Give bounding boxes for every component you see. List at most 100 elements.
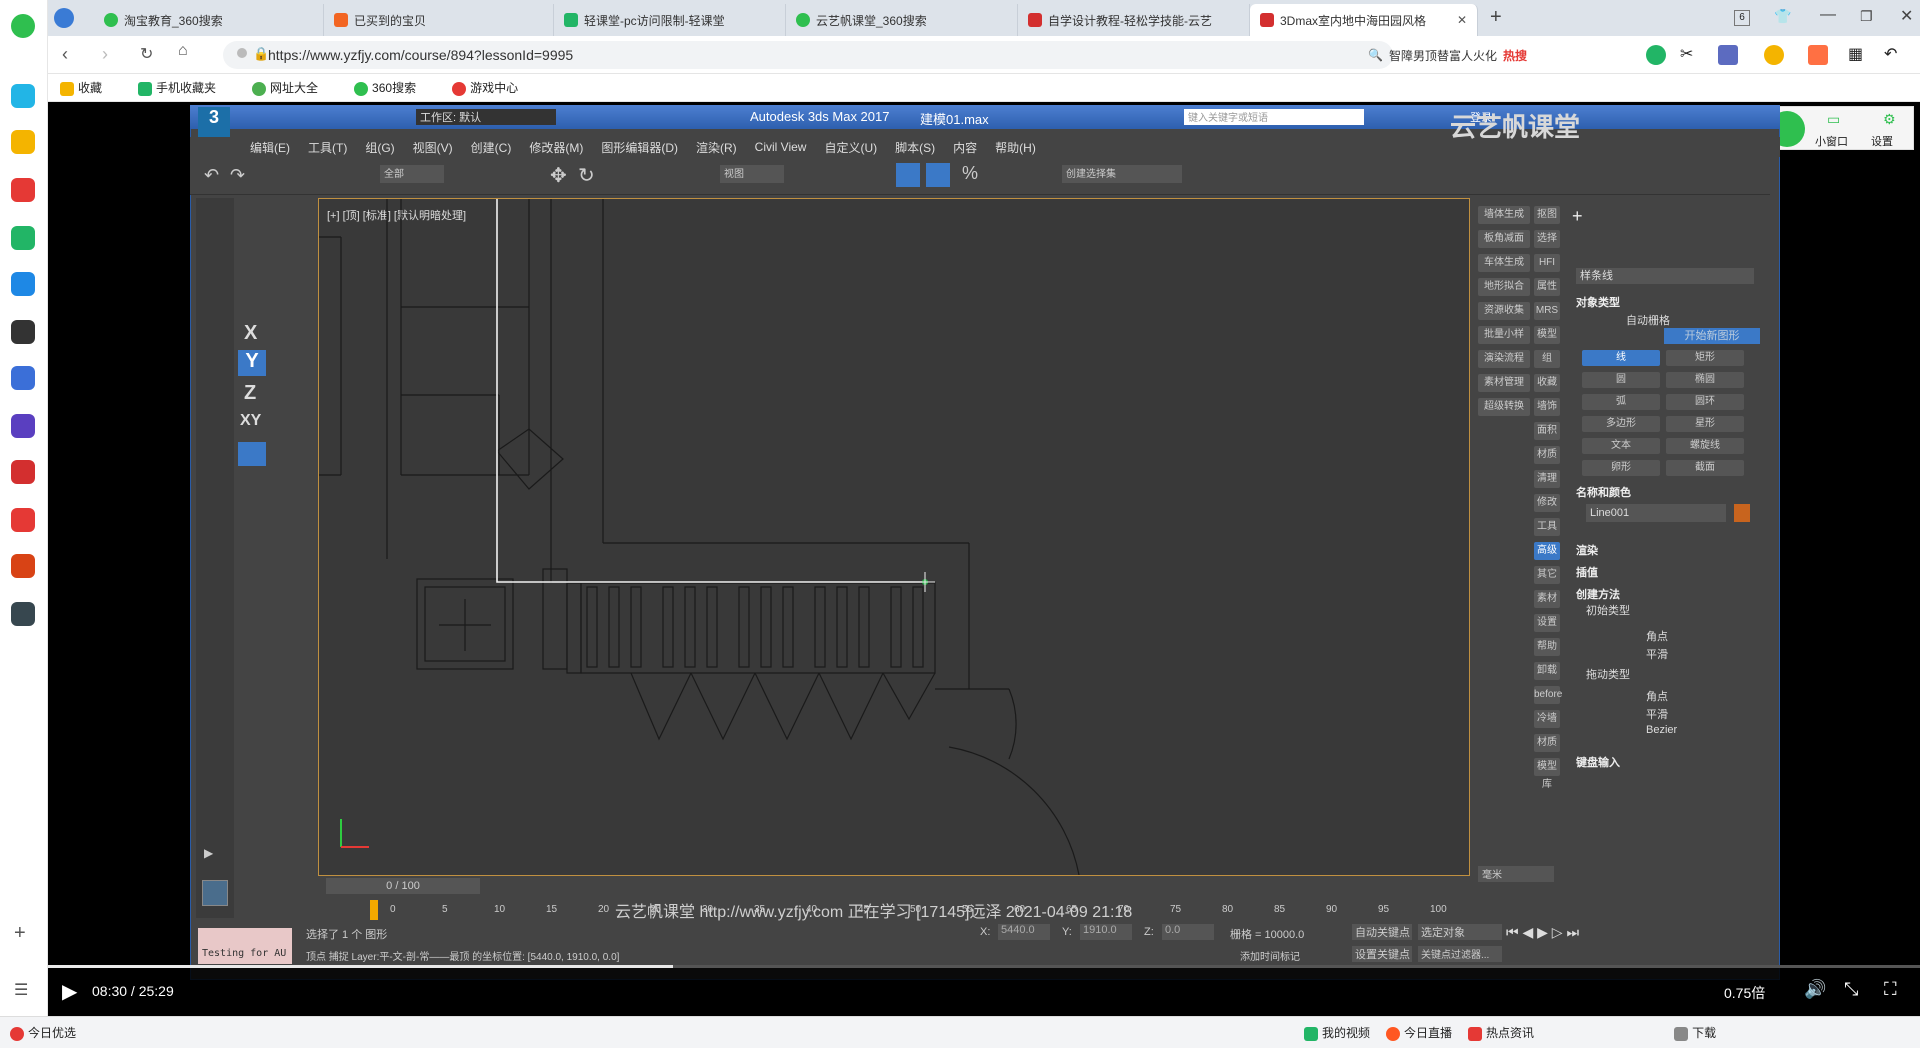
settings-button[interactable]: 设置 xyxy=(1871,133,1893,149)
compass-icon[interactable] xyxy=(54,8,74,28)
line-button[interactable]: 线 xyxy=(1582,350,1660,366)
shield-ext-icon[interactable] xyxy=(1764,45,1784,65)
ngon-button[interactable]: 多边形 xyxy=(1582,416,1660,432)
news-icon[interactable] xyxy=(11,320,35,344)
plugin-short-button[interactable]: 面积 xyxy=(1534,422,1560,440)
app-p-icon[interactable] xyxy=(11,272,35,296)
plugin-short-button[interactable]: 材质 xyxy=(1534,446,1560,464)
rotate-icon[interactable]: ↻ xyxy=(578,163,595,188)
restore-icon[interactable]: ❐ xyxy=(1860,8,1873,25)
shop-icon[interactable] xyxy=(11,508,35,532)
tab-2[interactable]: 已买到的宝贝 xyxy=(324,4,554,36)
helix-button[interactable]: 螺旋线 xyxy=(1666,438,1744,454)
y-axis-button[interactable]: Y xyxy=(238,350,266,376)
ext-green-icon[interactable] xyxy=(1646,45,1666,65)
selection-filter-dropdown[interactable]: 全部 xyxy=(380,165,444,183)
game3-icon[interactable] xyxy=(11,602,35,626)
playback-speed[interactable]: 0.75倍 xyxy=(1724,983,1765,1003)
add-time-tag[interactable]: 添加时间标记 xyxy=(1240,948,1300,963)
url-input[interactable]: 🔒 https://www.yzfjy.com/course/894?lesso… xyxy=(223,41,1393,69)
today-picks[interactable]: 今日优选 xyxy=(10,1024,76,1041)
plugin-short-button[interactable]: before xyxy=(1534,686,1562,704)
menu-views[interactable]: 视图(V) xyxy=(413,139,453,156)
mail-icon[interactable] xyxy=(11,226,35,250)
menu-customize[interactable]: 自定义(U) xyxy=(824,139,877,156)
star-button[interactable]: 星形 xyxy=(1666,416,1744,432)
mini-window-button[interactable]: 小窗口 xyxy=(1815,133,1848,149)
xy-plane-button[interactable]: XY xyxy=(240,412,261,430)
text-button[interactable]: 文本 xyxy=(1582,438,1660,454)
game2-icon[interactable] xyxy=(11,554,35,578)
undo-icon[interactable]: ↶ xyxy=(1884,44,1897,64)
shape-type-dropdown[interactable]: 样条线 xyxy=(1576,268,1754,284)
auto-key-button[interactable]: 自动关键点 xyxy=(1352,924,1412,940)
auto-grid-checkbox[interactable]: 自动栅格 xyxy=(1626,312,1670,328)
plugin-button[interactable]: 资源收集 xyxy=(1478,302,1530,320)
ellipse-button[interactable]: 椭圆 xyxy=(1666,372,1744,388)
plugin-short-button[interactable]: HFI xyxy=(1534,254,1560,272)
bookmark-360[interactable]: 360搜索 xyxy=(354,79,434,96)
expand-icon[interactable]: ▶ xyxy=(204,846,213,860)
shirt-icon[interactable]: 👕 xyxy=(1774,8,1791,25)
max-search-input[interactable]: 键入关键字或短语 xyxy=(1184,109,1364,125)
x-coord-input[interactable]: 5440.0 xyxy=(998,924,1050,940)
tab-5[interactable]: 自学设计教程-轻松学技能-云艺 xyxy=(1018,4,1250,36)
bookmark-favorites[interactable]: 收藏 xyxy=(60,79,120,96)
security-icon[interactable] xyxy=(237,48,247,58)
add-icon[interactable]: + xyxy=(14,922,26,945)
redo-icon[interactable]: ↷ xyxy=(230,165,245,186)
grid-icon[interactable]: ▦ xyxy=(1848,44,1863,64)
minimize-icon[interactable]: — xyxy=(1820,6,1836,24)
menu-modifiers[interactable]: 修改器(M) xyxy=(529,139,583,156)
menu-tools[interactable]: 工具(T) xyxy=(308,139,347,156)
plugin-short-button[interactable]: 收藏 xyxy=(1534,374,1560,392)
section-button[interactable]: 截面 xyxy=(1666,460,1744,476)
plugin-short-button[interactable]: 组 xyxy=(1534,350,1560,368)
close-tab-icon[interactable]: ✕ xyxy=(1457,13,1467,27)
bookmark-mobile[interactable]: 手机收藏夹 xyxy=(138,79,234,96)
section-name-color[interactable]: 名称和颜色 xyxy=(1576,484,1631,500)
menu-help[interactable]: 帮助(H) xyxy=(995,139,1036,156)
favorites-star-icon[interactable] xyxy=(11,130,35,154)
section-interpolation[interactable]: 插值 xyxy=(1576,564,1598,580)
undo-icon[interactable]: ↶ xyxy=(204,165,219,186)
object-name-input[interactable]: Line001 xyxy=(1586,504,1726,522)
initial-corner-radio[interactable]: 角点 xyxy=(1646,628,1668,644)
plugin-short-button[interactable]: 冷墙 xyxy=(1534,710,1560,728)
plugin-short-button[interactable]: 工具 xyxy=(1534,518,1560,536)
plugin-button[interactable]: 车体生成 xyxy=(1478,254,1530,272)
z-coord-input[interactable]: 0.0 xyxy=(1162,924,1214,940)
plugin-short-button[interactable]: 其它 xyxy=(1534,566,1560,584)
plugin-short-button[interactable]: 清理 xyxy=(1534,470,1560,488)
initial-smooth-radio[interactable]: 平滑 xyxy=(1646,646,1668,662)
angle-snap-icon[interactable] xyxy=(926,163,950,187)
plugin-short-button[interactable]: 抠图 xyxy=(1534,206,1560,224)
plugin-button[interactable]: 墙体生成 xyxy=(1478,206,1530,224)
drag-smooth-radio[interactable]: 平滑 xyxy=(1646,706,1668,722)
gamepad-icon[interactable] xyxy=(1808,45,1828,65)
plugin-short-button[interactable]: 高级 xyxy=(1534,542,1560,560)
menu-icon[interactable]: ☰ xyxy=(14,980,28,1000)
word-icon[interactable] xyxy=(11,366,35,390)
fullscreen-icon[interactable]: ⛶ xyxy=(1884,979,1897,1000)
menu-civil-view[interactable]: Civil View xyxy=(755,140,807,154)
tab-3[interactable]: 轻课堂-pc访问限制-轻课堂 xyxy=(554,4,786,36)
object-color-swatch[interactable] xyxy=(1734,504,1750,522)
tab-1[interactable]: 淘宝教育_360搜索 xyxy=(94,4,324,36)
playback-controls-icon[interactable]: ⏮ ◀ ▶ ▷ ⏭ xyxy=(1506,924,1579,941)
plugin-short-button[interactable]: MRS xyxy=(1534,302,1560,320)
widescreen-icon[interactable]: ⤡ xyxy=(1844,979,1858,1000)
egg-button[interactable]: 卵形 xyxy=(1582,460,1660,476)
forward-icon[interactable]: › xyxy=(102,44,108,65)
workspace-dropdown[interactable]: 工作区: 默认 xyxy=(416,109,556,125)
reference-coord-dropdown[interactable]: 视图 xyxy=(720,165,784,183)
tab-count[interactable]: 6 xyxy=(1734,10,1750,26)
section-object-type[interactable]: 对象类型 xyxy=(1576,294,1620,310)
viewport-top[interactable]: [+] [顶] [标准] [默认明暗处理] xyxy=(318,198,1470,876)
set-key-button[interactable]: 设置关键点 xyxy=(1352,946,1412,962)
key-filters-button[interactable]: 关键点过滤器... xyxy=(1418,946,1502,962)
menu-graph-editors[interactable]: 图形编辑器(D) xyxy=(601,139,678,156)
plugin-short-button[interactable]: 素材 xyxy=(1534,590,1560,608)
plugin-short-button[interactable]: 设置 xyxy=(1534,614,1560,632)
maxscript-listener[interactable]: Testing for AU xyxy=(198,928,292,964)
